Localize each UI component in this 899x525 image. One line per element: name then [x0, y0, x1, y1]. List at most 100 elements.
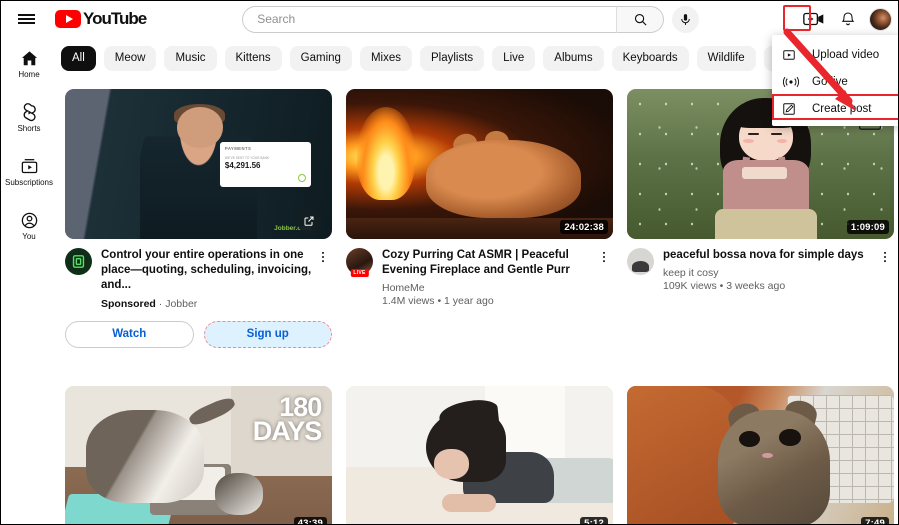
external-link-button[interactable] — [297, 209, 322, 233]
watch-button[interactable]: Watch — [65, 320, 194, 348]
chip-music[interactable]: Music — [164, 45, 217, 71]
channel-name-homeme[interactable]: HomeMe — [382, 282, 595, 294]
channel-name-keep-it-cosy[interactable]: keep it cosy — [663, 267, 876, 279]
search-box[interactable] — [242, 5, 617, 33]
menu-item-upload-video[interactable]: Upload video — [772, 41, 898, 68]
create-video-icon — [803, 12, 824, 26]
notifications-button[interactable] — [837, 8, 859, 30]
sidebar-item-subscriptions[interactable]: Subscriptions — [1, 145, 57, 199]
payments-overlay-card: PAYMENTS WE'VE SENT TO YOUR BANK $4,291.… — [219, 141, 311, 187]
kebab-dots-icon — [603, 251, 605, 263]
stats-separator-cozy: • — [437, 295, 442, 308]
ad-action-buttons: Watch Sign up — [65, 320, 332, 348]
video-card-girl-bed: 5:12 — [346, 385, 613, 524]
notifications-bell-icon — [841, 12, 855, 26]
duration-badge-180-days: 43:39 — [293, 516, 327, 524]
duration-badge-cozy: 24:02:38 — [560, 220, 608, 234]
thumbnail-art-girl-bed — [346, 385, 613, 524]
video-title-cozy[interactable]: Cozy Purring Cat ASMR | Peaceful Evening… — [382, 248, 595, 278]
more-options-icon-sponsored[interactable] — [314, 248, 332, 310]
external-link-icon — [304, 216, 314, 226]
menu-label-go-live: Go live — [812, 75, 848, 88]
advertiser-avatar[interactable] — [65, 248, 92, 275]
thumbnail-art-kitten — [627, 385, 894, 524]
sidebar-item-shorts[interactable]: Shorts — [1, 91, 57, 145]
thumbnail-art-jobber: PAYMENTS WE'VE SENT TO YOUR BANK $4,291.… — [65, 89, 332, 239]
chip-gaming[interactable]: Gaming — [289, 45, 352, 71]
create-button[interactable] — [801, 8, 827, 30]
duration-badge-bossa: 1:09:09 — [846, 220, 889, 234]
card-meta-cozy: LIVE Cozy Purring Cat ASMR | Peaceful Ev… — [346, 248, 613, 307]
sidebar-label-subscriptions: Subscriptions — [4, 178, 54, 187]
search-input[interactable] — [257, 12, 617, 26]
video-card-sponsored: PAYMENTS WE'VE SENT TO YOUR BANK $4,291.… — [65, 89, 332, 348]
view-count-bossa: 109K views — [663, 280, 717, 293]
stats-separator-bossa: • — [719, 280, 724, 293]
sidebar-item-you[interactable]: You — [1, 199, 57, 253]
go-live-glyph — [783, 76, 799, 87]
top-navigation-bar: YouTube — [1, 1, 898, 37]
thumbnail-180-days[interactable]: 180 DAYS 43:39 — [65, 385, 332, 524]
more-options-icon-bossa[interactable] — [876, 248, 894, 292]
chip-keyboards[interactable]: Keyboards — [611, 45, 689, 71]
more-options-icon-cozy[interactable] — [595, 248, 613, 307]
payments-card-title: PAYMENTS — [224, 145, 252, 151]
video-card-180-days: 180 DAYS 43:39 — [65, 385, 332, 524]
card-meta-sponsored: Control your entire operations in one pl… — [65, 248, 332, 310]
you-account-icon — [21, 212, 37, 229]
menu-label-upload-video: Upload video — [812, 48, 880, 61]
account-avatar[interactable] — [869, 7, 892, 31]
sign-up-button[interactable]: Sign up — [203, 320, 332, 348]
upload-video-glyph — [783, 49, 795, 60]
create-dropdown-menu: Upload video Go live Create post — [772, 35, 898, 126]
channel-avatar-homeme[interactable]: LIVE — [346, 248, 373, 277]
voice-search-button[interactable] — [672, 5, 700, 33]
video-card-kitten: 7:49 — [627, 385, 894, 524]
thumb-text-line2: DAYS — [252, 416, 323, 447]
upload-video-icon — [782, 48, 804, 62]
view-count-cozy: 1.4M views — [382, 295, 435, 308]
hamburger-menu-icon[interactable] — [9, 2, 43, 36]
subscriptions-icon — [21, 159, 37, 174]
chip-kittens[interactable]: Kittens — [224, 45, 282, 71]
chip-meow[interactable]: Meow — [103, 45, 157, 71]
search-submit-button[interactable] — [616, 5, 665, 33]
menu-item-go-live[interactable]: Go live — [772, 68, 898, 95]
sidebar-label-shorts: Shorts — [17, 124, 41, 133]
jobber-logo-icon — [72, 255, 85, 268]
go-live-icon — [782, 75, 804, 89]
video-stats-bossa: 109K views • 3 weeks ago — [663, 280, 876, 292]
thumbnail-cozy-purring-cat[interactable]: 24:02:38 — [346, 89, 613, 239]
left-sidebar: Home Shorts Subscriptions You — [1, 37, 57, 524]
video-title-bossa[interactable]: peaceful bossa nova for simple days — [663, 248, 876, 263]
menu-label-create-post: Create post — [812, 102, 872, 115]
sidebar-item-home[interactable]: Home — [1, 37, 57, 91]
channel-avatar-keep-it-cosy[interactable] — [627, 248, 654, 275]
thumbnail-art-fireplace-cat — [346, 89, 613, 239]
sponsored-title[interactable]: Control your entire operations in one pl… — [101, 248, 314, 294]
create-post-icon — [782, 102, 804, 116]
sponsored-label: Sponsored — [101, 297, 156, 310]
chip-playlists[interactable]: Playlists — [419, 45, 485, 71]
menu-item-create-post[interactable]: Create post — [772, 95, 898, 122]
play-button-icon — [55, 10, 81, 28]
chip-mixes[interactable]: Mixes — [359, 45, 412, 71]
shorts-icon — [23, 103, 36, 122]
upload-age-cozy: 1 year ago — [444, 295, 494, 308]
thumbnail-sponsored[interactable]: PAYMENTS WE'VE SENT TO YOUR BANK $4,291.… — [65, 89, 332, 239]
chip-all[interactable]: All — [61, 45, 96, 71]
chip-albums[interactable]: Albums — [543, 45, 604, 71]
payments-card-sub: WE'VE SENT TO YOUR BANK — [224, 155, 269, 160]
youtube-homepage: YouTube Search Upload video Go live Crea… — [0, 0, 899, 525]
video-card-bossa-nova: 1:09:09 peaceful bossa nova for simple d… — [627, 89, 894, 348]
thumbnail-girl-bed[interactable]: 5:12 — [346, 385, 613, 524]
search-icon — [634, 13, 647, 26]
microphone-icon — [681, 13, 691, 25]
youtube-logo[interactable]: YouTube — [55, 9, 147, 29]
duration-badge-kitten: 7:49 — [861, 516, 889, 524]
thumbnail-text-180-days: 180 DAYS — [252, 393, 323, 447]
payments-card-amount: $4,291.56 — [224, 160, 261, 170]
thumbnail-kitten[interactable]: 7:49 — [627, 385, 894, 524]
chip-wildlife[interactable]: Wildlife — [696, 45, 756, 71]
chip-live[interactable]: Live — [492, 45, 536, 71]
